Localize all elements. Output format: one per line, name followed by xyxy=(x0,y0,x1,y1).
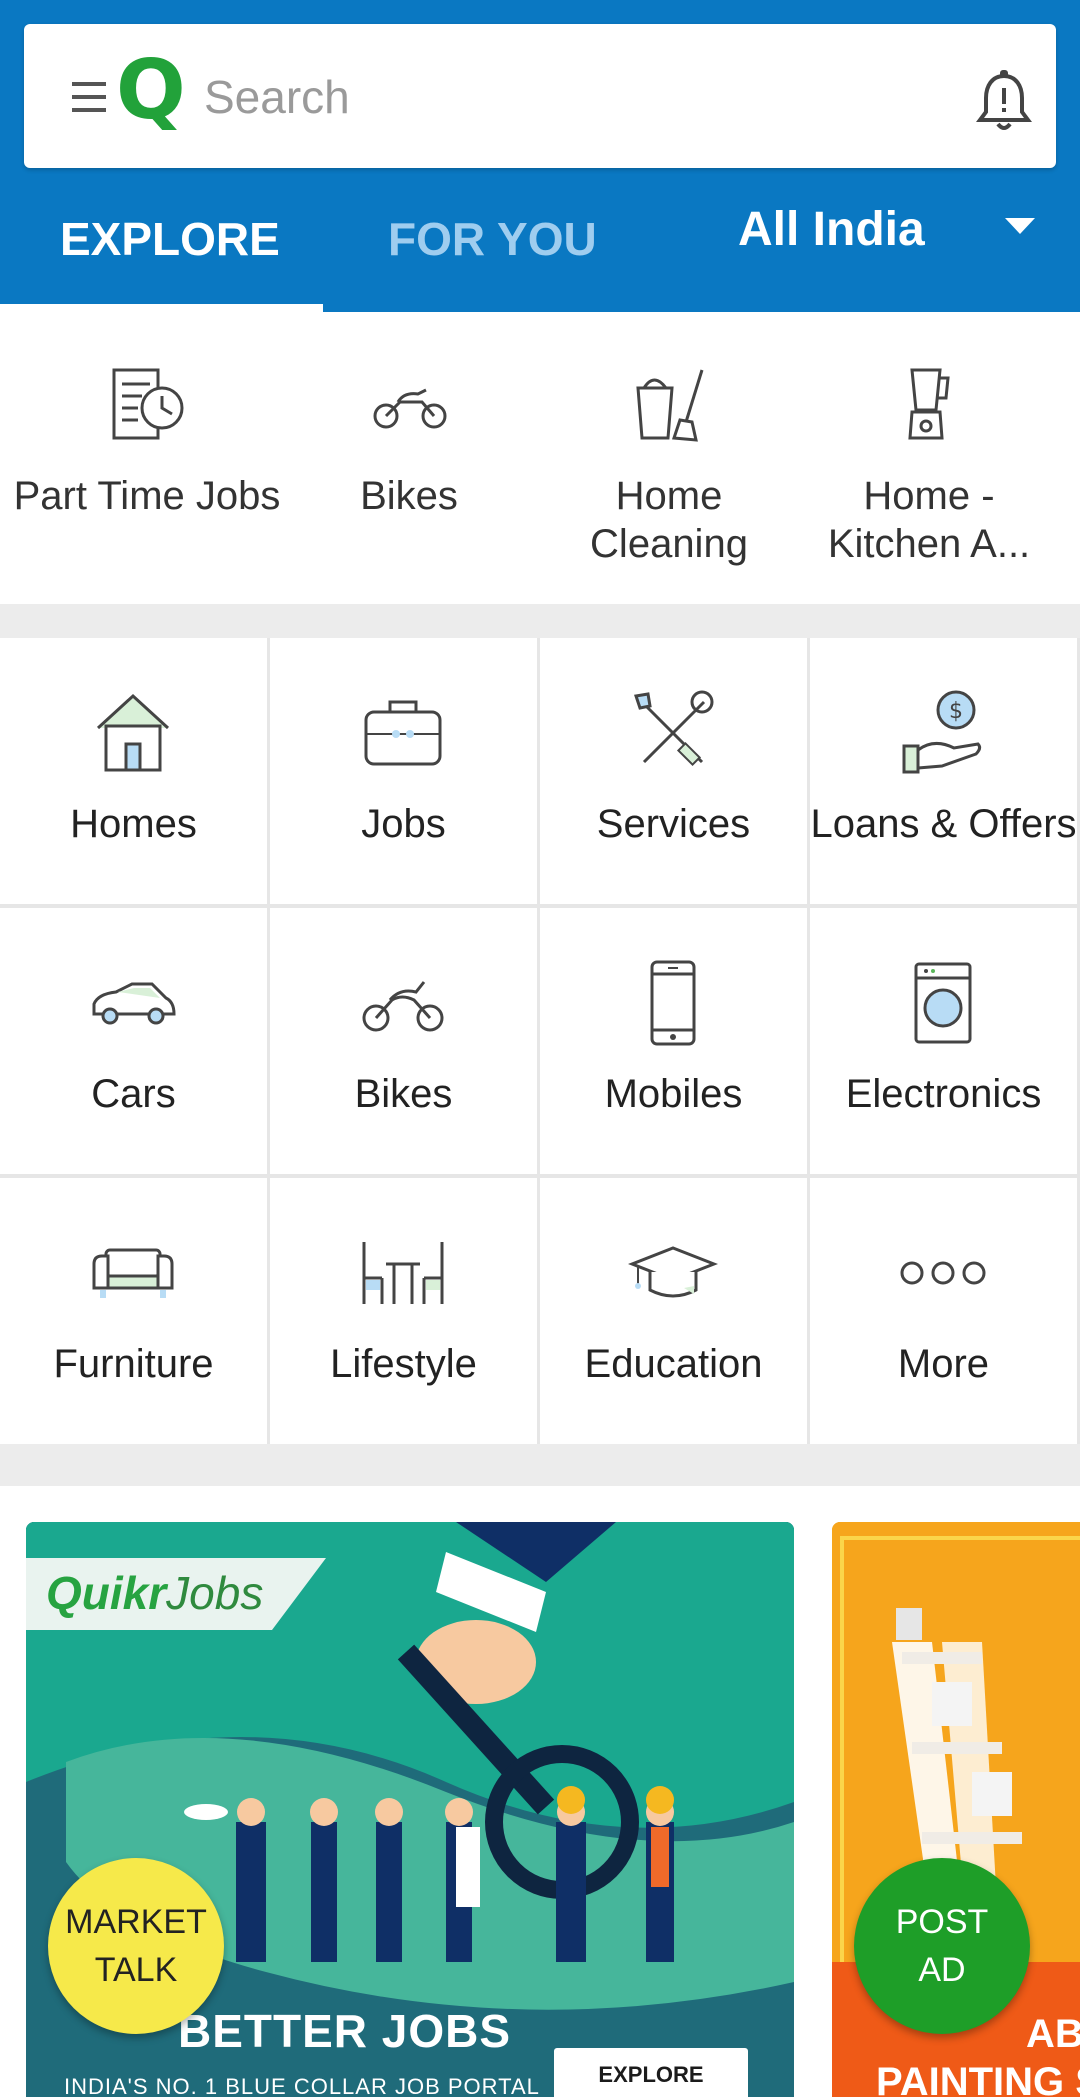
category-electronics[interactable]: Electronics xyxy=(810,908,1077,1174)
banner-headline: BETTER JOBS xyxy=(178,2005,512,2057)
quick-category-bikes[interactable]: Bikes xyxy=(274,312,544,604)
search-input[interactable]: Search xyxy=(204,70,350,124)
category-homes[interactable]: Homes xyxy=(0,638,267,904)
tab-explore[interactable]: EXPLORE xyxy=(60,212,280,266)
quick-category-label: Home Cleaning xyxy=(590,474,748,566)
quick-category-label: Part Time Jobs xyxy=(13,474,281,518)
category-loans-offers[interactable]: $ Loans & Offers xyxy=(810,638,1077,904)
category-label: Cars xyxy=(91,1072,176,1116)
market-talk-button[interactable]: MARKET TALK xyxy=(48,1858,224,2034)
category-label: Jobs xyxy=(361,802,446,846)
category-label: Furniture xyxy=(53,1342,214,1386)
category-more[interactable]: More xyxy=(810,1178,1077,1444)
bell-icon[interactable] xyxy=(976,70,1032,134)
category-mobiles[interactable]: Mobiles xyxy=(540,908,807,1174)
section-divider xyxy=(0,1444,1080,1486)
mobile-icon xyxy=(650,960,696,1046)
quikr-logo: Q xyxy=(116,43,186,138)
post-ad-button[interactable]: POST AD xyxy=(854,1858,1030,2034)
graduation-cap-icon xyxy=(628,1246,718,1298)
quick-category-kitchen-appliances[interactable]: Home - Kitchen A... xyxy=(794,312,1064,604)
hamburger-menu-icon[interactable] xyxy=(72,80,116,114)
motorbike-icon xyxy=(373,388,447,429)
category-education[interactable]: Education xyxy=(540,1178,807,1444)
banner-subline: INDIA'S NO. 1 BLUE COLLAR JOB PORTAL xyxy=(64,2074,540,2097)
quick-category-label: Bikes xyxy=(360,474,458,518)
loan-icon: $ xyxy=(902,690,982,774)
category-lifestyle[interactable]: Lifestyle xyxy=(270,1178,537,1444)
explore-button[interactable]: EXPLORE xyxy=(554,2048,748,2097)
quick-categories: Part Time Jobs Bikes Home Cleaning Home … xyxy=(0,312,1080,604)
chevron-down-icon[interactable] xyxy=(1005,218,1035,234)
washing-machine-icon xyxy=(914,962,972,1044)
category-label: Services xyxy=(596,802,751,846)
house-icon xyxy=(96,693,170,772)
active-tab-indicator xyxy=(0,304,323,312)
post-ad-label: POST xyxy=(895,1903,989,1941)
table-chairs-icon xyxy=(362,1242,444,1304)
car-icon xyxy=(92,982,176,1025)
category-grid: Homes Jobs Services $ Loans & Offers Car… xyxy=(0,638,1080,1444)
category-label: Loans & Offers xyxy=(810,802,1077,846)
category-label: Lifestyle xyxy=(330,1342,477,1386)
tools-icon xyxy=(634,690,714,767)
category-services[interactable]: Services xyxy=(540,638,807,904)
category-cars[interactable]: Cars xyxy=(0,908,267,1174)
sofa-icon xyxy=(92,1248,174,1298)
home-cleaning-icon xyxy=(636,369,704,442)
blender-icon xyxy=(908,368,950,440)
svg-text:$: $ xyxy=(949,699,963,724)
category-bikes[interactable]: Bikes xyxy=(270,908,537,1174)
category-label: Education xyxy=(584,1342,763,1386)
quick-category-home-cleaning[interactable]: Home Cleaning xyxy=(534,312,804,604)
quick-category-label: Home - Kitchen A... xyxy=(827,474,1031,566)
category-label: Electronics xyxy=(845,1072,1042,1116)
app-header: Q Search EXPLORE FOR YOU All India xyxy=(0,0,1080,312)
tab-for-you[interactable]: FOR YOU xyxy=(388,212,597,266)
more-dots-icon xyxy=(900,1261,986,1285)
quikr-jobs-logo: QuikrJobs xyxy=(46,1567,264,1619)
market-talk-label: MARKET xyxy=(65,1903,207,1941)
section-divider xyxy=(0,604,1080,638)
market-talk-label: TALK xyxy=(94,1951,178,1989)
post-ad-label: AD xyxy=(918,1951,966,1989)
motorbike-icon xyxy=(362,981,444,1032)
category-label: More xyxy=(897,1342,990,1386)
category-label: Mobiles xyxy=(604,1072,743,1116)
briefcase-icon xyxy=(364,700,442,766)
quick-category-part-time-jobs[interactable]: Part Time Jobs xyxy=(12,312,282,604)
location-selector[interactable]: All India xyxy=(738,202,925,257)
category-label: Bikes xyxy=(354,1072,453,1116)
search-bar[interactable]: Q Search xyxy=(24,24,1056,168)
category-furniture[interactable]: Furniture xyxy=(0,1178,267,1444)
category-jobs[interactable]: Jobs xyxy=(270,638,537,904)
part-time-jobs-icon xyxy=(112,368,184,440)
category-label: Homes xyxy=(70,802,197,846)
